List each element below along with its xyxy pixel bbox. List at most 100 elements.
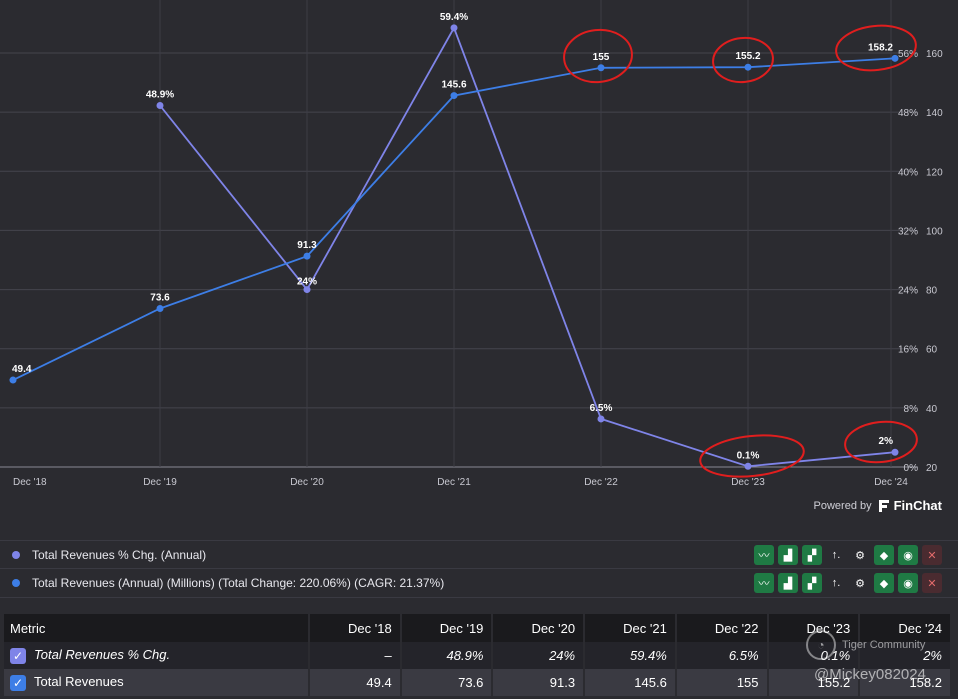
chart-area: 0% 8% 16% 24% 32% 40% 48% 56% 20 40 60 80 100 120 140 1… (0, 0, 958, 520)
x-axis-tick: Dec '24 (874, 477, 908, 488)
table-cell: 73.6 (400, 669, 494, 696)
finchat-logo: FinChat (878, 498, 942, 513)
bar-chart-icon[interactable]: ▟ (778, 545, 798, 565)
right-axis-tick: 80 (926, 286, 938, 297)
data-label: 0.1% (737, 450, 760, 461)
series-color-dot (12, 551, 20, 559)
gear-icon[interactable]: ⚙ (850, 545, 870, 565)
close-icon[interactable]: ✕ (922, 545, 942, 565)
metric-cell: ✓ Total Revenues (4, 669, 310, 696)
table-cell: 48.9% (400, 642, 494, 669)
data-point (303, 252, 311, 260)
gear-icon[interactable]: ⚙ (850, 573, 870, 593)
right-axis-tick: 40 (926, 404, 938, 415)
table-cell: 155 (675, 669, 769, 696)
checkbox-icon[interactable]: ✓ (10, 674, 26, 691)
left-axis-tick: 48% (898, 108, 918, 119)
table-cell: 91.3 (492, 669, 586, 696)
table-cell: 6.5% (675, 642, 769, 669)
data-label: 158.2 (868, 42, 893, 53)
data-label: 155 (593, 52, 610, 63)
data-label: 49.4 (12, 364, 32, 375)
legend-label: Total Revenues % Chg. (Annual) (32, 548, 207, 562)
header-metric[interactable]: Metric (4, 614, 310, 642)
sort-icon[interactable]: ↑. (826, 545, 846, 565)
data-point (156, 101, 164, 109)
data-point (156, 304, 164, 312)
left-axis-tick: 0% (904, 463, 919, 474)
series-line-pct-chg (159, 25, 896, 468)
header-period[interactable]: Dec '18 (309, 614, 402, 642)
trend-line-icon[interactable]: 〰 (754, 573, 774, 593)
data-point (891, 54, 899, 62)
left-axis-tick: 32% (898, 226, 918, 237)
table-cell: – (309, 642, 402, 669)
left-axis-tick: 40% (898, 167, 918, 178)
x-axis-tick: Dec '21 (437, 477, 471, 488)
data-label: 48.9% (146, 89, 174, 100)
header-period[interactable]: Dec '20 (492, 614, 586, 642)
x-axis-tick: Dec '19 (143, 477, 177, 488)
data-point (891, 448, 899, 456)
legend-row-revenues[interactable]: Total Revenues (Annual) (Millions) (Tota… (0, 568, 958, 598)
data-label: 59.4% (440, 12, 468, 23)
right-axis-tick: 60 (926, 345, 938, 356)
stacked-bar-icon[interactable]: ▞ (802, 545, 822, 565)
powered-by-label: Powered by (813, 499, 872, 512)
metric-name: Total Revenues (34, 674, 124, 690)
data-label: 6.5% (590, 403, 613, 414)
header-period[interactable]: Dec '22 (675, 614, 769, 642)
right-axis-tick: 140 (926, 108, 943, 119)
eye-icon[interactable]: ◉ (898, 573, 918, 593)
tag-icon[interactable]: ◆ (874, 573, 894, 593)
close-icon[interactable]: ✕ (922, 573, 942, 593)
x-axis-tick: Dec '23 (731, 477, 765, 488)
eye-icon[interactable]: ◉ (898, 545, 918, 565)
data-point (744, 63, 752, 71)
header-period[interactable]: Dec '21 (584, 614, 677, 642)
metric-cell: ✓ Total Revenues % Chg. (4, 642, 310, 669)
finchat-mark-icon (878, 499, 889, 512)
stacked-bar-icon[interactable]: ▞ (802, 573, 822, 593)
left-axis-tick: 16% (898, 345, 918, 356)
left-axis-tick: 24% (898, 286, 918, 297)
powered-by[interactable]: Powered by FinChat (814, 498, 942, 513)
data-label: 155.2 (735, 51, 760, 62)
legend-label: Total Revenues (Annual) (Millions) (Tota… (32, 576, 445, 590)
checkbox-icon[interactable]: ✓ (10, 647, 26, 664)
table-cell: 145.6 (584, 669, 677, 696)
left-axis-tick: 8% (904, 404, 919, 415)
finchat-brand: FinChat (893, 498, 942, 513)
sort-icon[interactable]: ↑. (826, 573, 846, 593)
bar-chart-icon[interactable]: ▟ (778, 573, 798, 593)
trend-line-icon[interactable]: 〰 (754, 545, 774, 565)
table-cell: 59.4% (584, 642, 677, 669)
right-axis-tick: 160 (926, 49, 943, 60)
series-toolbar: 〰 ▟ ▞ ↑. ⚙ ◆ ◉ ✕ (754, 545, 942, 565)
right-axis-tick: 20 (926, 463, 938, 474)
watermark: ◔ Tiger Community @Mickey082024 (806, 630, 956, 683)
data-label: 2% (879, 436, 894, 447)
tiger-logo-icon: ◔ (806, 630, 836, 660)
data-label: 91.3 (297, 240, 317, 251)
watermark-community: ◔ Tiger Community (806, 630, 956, 660)
metric-name: Total Revenues % Chg. (34, 647, 171, 663)
data-point (450, 24, 458, 32)
data-point (744, 462, 752, 470)
watermark-user: @Mickey082024 (814, 666, 926, 683)
header-period[interactable]: Dec '19 (400, 614, 494, 642)
revenue-chart: 0%8%16%24%32%40%48%56%204060801001201401… (0, 0, 943, 488)
data-label: 73.6 (150, 292, 170, 303)
x-axis-tick: Dec '22 (584, 477, 618, 488)
x-axis-tick: Dec '20 (290, 477, 324, 488)
tag-icon[interactable]: ◆ (874, 545, 894, 565)
series-toolbar: 〰 ▟ ▞ ↑. ⚙ ◆ ◉ ✕ (754, 573, 942, 593)
legend-row-pct-chg[interactable]: Total Revenues % Chg. (Annual) 〰 ▟ ▞ ↑. ⚙ ◆ ◉ ✕ (0, 540, 958, 569)
data-point (597, 64, 605, 72)
right-axis-tick: 100 (926, 226, 943, 237)
x-axis-tick: Dec '18 (13, 477, 47, 488)
table-cell: 24% (492, 642, 586, 669)
data-label: 145.6 (441, 80, 466, 91)
series-color-dot (12, 579, 20, 587)
data-label: 24% (297, 277, 317, 288)
